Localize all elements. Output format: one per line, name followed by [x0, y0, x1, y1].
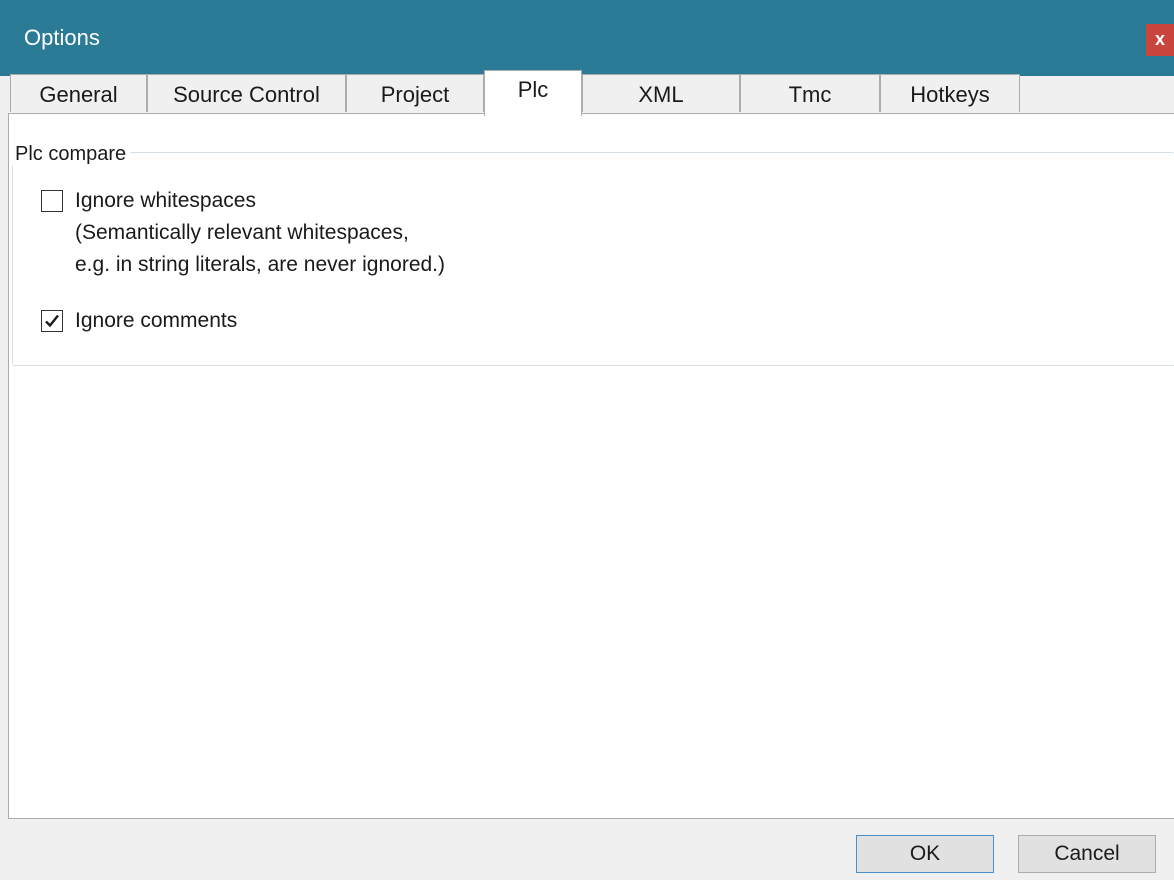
tab-tmc[interactable]: Tmc	[740, 74, 880, 112]
tab-xml[interactable]: XML	[582, 74, 740, 112]
dialog-footer	[0, 819, 1174, 880]
ignore-whitespaces-note-line2: e.g. in string literals, are never ignor…	[75, 253, 446, 276]
ok-button[interactable]: OK	[856, 835, 994, 873]
ignore-comments-checkbox[interactable]	[41, 310, 63, 332]
plc-compare-group-title: Plc compare	[11, 142, 131, 166]
checkmark-icon	[45, 314, 59, 328]
ignore-whitespaces-note-line1: (Semantically relevant whitespaces,	[75, 221, 409, 244]
tab-hotkeys[interactable]: Hotkeys	[880, 74, 1020, 112]
tab-project[interactable]: Project	[346, 74, 484, 112]
ignore-whitespaces-label[interactable]: Ignore whitespaces	[75, 188, 256, 214]
title-bar: Options x	[0, 0, 1174, 76]
tab-strip: General Source Control Project Plc XML T…	[0, 70, 1174, 116]
cancel-button[interactable]: Cancel	[1018, 835, 1156, 873]
tab-general[interactable]: General	[10, 74, 147, 112]
close-button[interactable]: x	[1146, 24, 1174, 56]
ignore-comments-label[interactable]: Ignore comments	[75, 308, 237, 334]
window-title: Options	[24, 25, 100, 50]
tab-plc[interactable]: Plc	[484, 70, 582, 116]
tab-content-panel: Plc compare Ignore whitespaces (Semantic…	[8, 113, 1174, 819]
ignore-whitespaces-checkbox[interactable]	[41, 190, 63, 212]
tab-source-control[interactable]: Source Control	[147, 74, 346, 112]
